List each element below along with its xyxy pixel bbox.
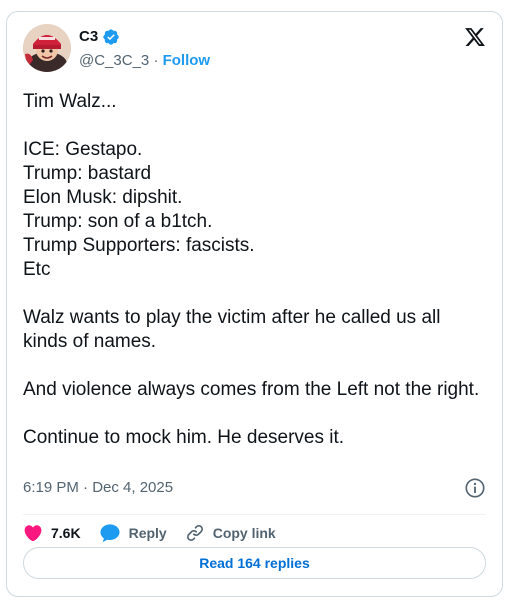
- tweet-timestamp[interactable]: 6:19 PM · Dec 4, 2025: [23, 478, 173, 498]
- actions-divider: [23, 514, 486, 515]
- tweet-paragraph: Walz wants to play the victim after he c…: [23, 307, 441, 352]
- heart-icon: [24, 525, 42, 542]
- avatar-image: [23, 24, 71, 72]
- tweet-card: C3 @C_3C_3 · Follow Tim Walz... ICE: Ges…: [6, 11, 503, 597]
- read-replies-label: Read 164 replies: [199, 555, 310, 571]
- action-bar: 7.6K Reply Copy link: [23, 517, 276, 549]
- author-name-row[interactable]: C3: [79, 27, 120, 47]
- tweet-line: Trump: bastard: [23, 163, 152, 184]
- x-logo-icon[interactable]: [464, 26, 486, 48]
- info-icon[interactable]: [464, 477, 486, 499]
- tweet-paragraph: And violence always comes from the Left …: [23, 379, 480, 400]
- handle-separator: ·: [153, 52, 159, 69]
- author-avatar[interactable]: [23, 24, 71, 72]
- reply-bubble-icon: [100, 524, 120, 543]
- tweet-line: ICE: Gestapo.: [23, 139, 143, 160]
- tweet-body: Tim Walz... ICE: Gestapo. Trump: bastard…: [23, 90, 483, 450]
- reply-button[interactable]: Reply: [99, 523, 167, 543]
- author-handle[interactable]: @C_3C_3: [79, 52, 149, 69]
- tweet-line: Etc: [23, 259, 51, 280]
- tweet-line: Elon Musk: dipshit.: [23, 187, 183, 208]
- follow-button[interactable]: Follow: [163, 52, 211, 69]
- tweet-line: Continue to mock him. He deserves it.: [23, 427, 345, 448]
- like-count: 7.6K: [51, 525, 81, 541]
- author-name[interactable]: C3: [79, 27, 98, 47]
- like-button[interactable]: 7.6K: [23, 523, 81, 543]
- verified-badge-icon: [103, 29, 119, 45]
- tweet-line: Tim Walz...: [23, 91, 117, 112]
- tweet-line: Trump: son of a b1tch.: [23, 211, 213, 232]
- copy-link-button[interactable]: Copy link: [185, 523, 276, 543]
- copy-link-label: Copy link: [212, 525, 276, 541]
- author-handle-row: @C_3C_3 · Follow: [79, 51, 210, 71]
- link-icon: [186, 524, 203, 542]
- read-replies-button[interactable]: Read 164 replies: [23, 547, 486, 579]
- tweet-line: Trump Supporters: fascists.: [23, 235, 255, 256]
- reply-label: Reply: [128, 525, 167, 541]
